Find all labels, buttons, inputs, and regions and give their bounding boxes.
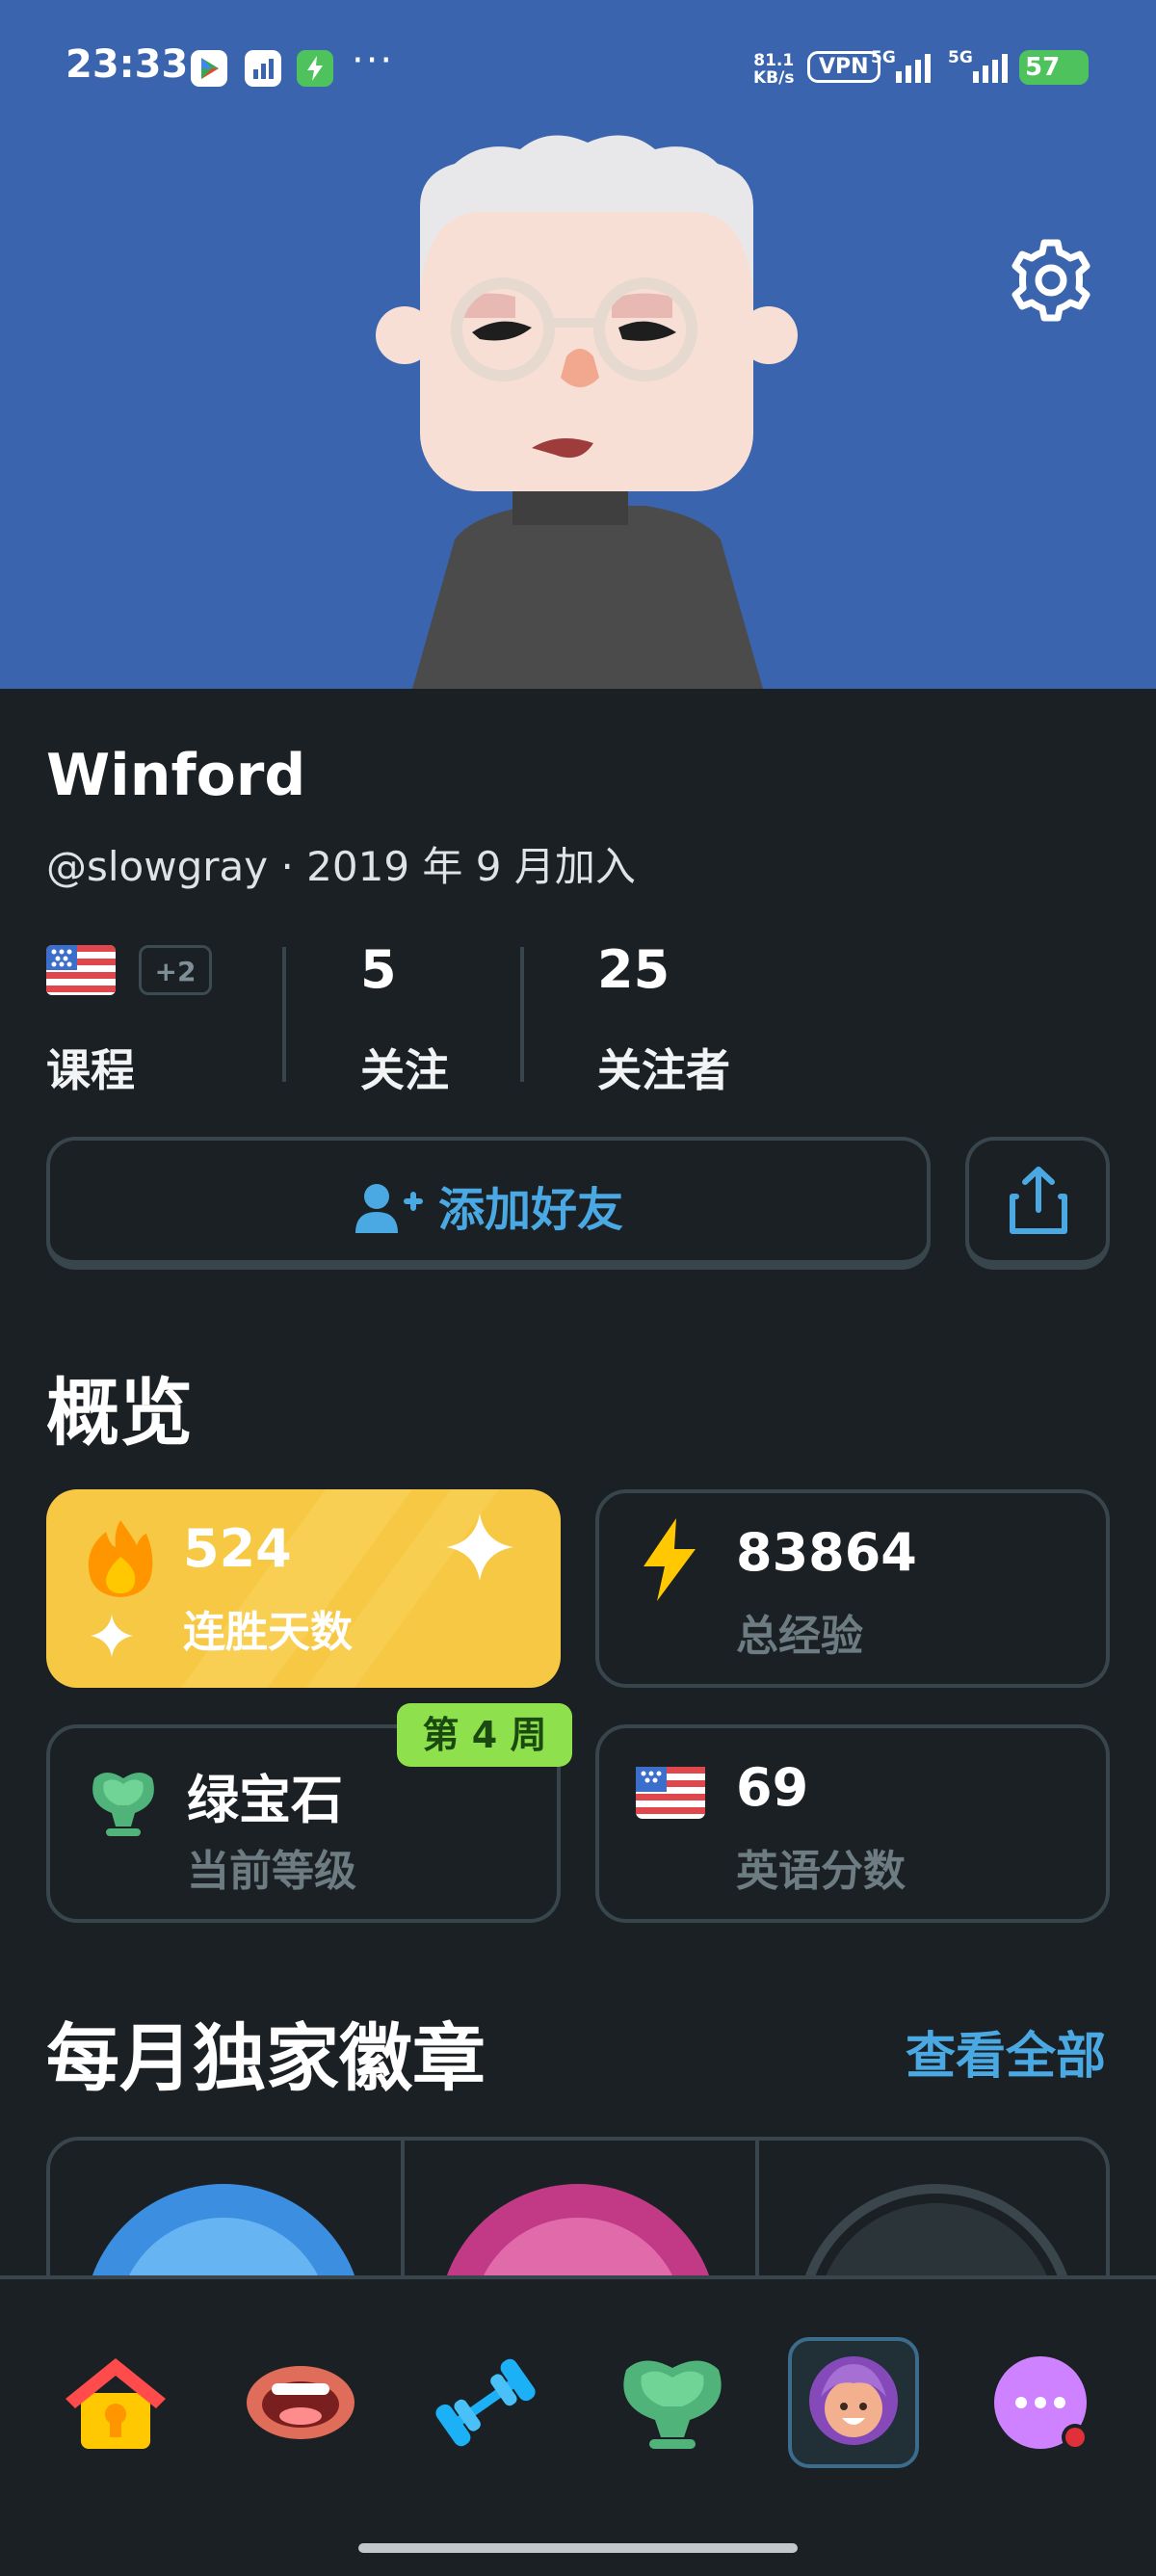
total-xp-card[interactable]: 83864 总经验 — [595, 1489, 1110, 1688]
profile-hero: 23:33 ··· 81.1 KB/s VPN 5G 5G 57 — [0, 0, 1156, 689]
overview-title: 概览 — [46, 1370, 193, 1456]
english-score-value: 69 — [736, 1757, 809, 1818]
monthly-badges-title: 每月独家徽章 — [46, 2015, 486, 2101]
net-speed-value: 81.1 — [753, 51, 795, 70]
status-bar: 23:33 ··· 81.1 KB/s VPN 5G 5G 57 — [0, 0, 1156, 135]
us-flag-icon-small — [636, 1767, 705, 1819]
profile-name: Winford — [46, 742, 306, 809]
status-time: 23:33 — [66, 42, 189, 87]
nav-speak[interactable] — [235, 2337, 366, 2468]
vpn-indicator: VPN — [807, 51, 880, 83]
home-icon — [66, 2358, 166, 2449]
stats-divider-1 — [282, 947, 286, 1082]
play-store-icon — [191, 50, 227, 87]
league-label: 当前等级 — [187, 1847, 356, 1896]
battery-indicator: 57 — [1019, 50, 1089, 85]
add-user-icon — [355, 1184, 423, 1233]
nav-profile[interactable] — [788, 2337, 919, 2468]
xp-value: 83864 — [736, 1522, 917, 1583]
net-speed-unit: KB/s — [753, 68, 795, 88]
emerald-league-icon — [92, 1773, 154, 1836]
more-icon — [994, 2356, 1089, 2451]
league-icon — [623, 2360, 722, 2449]
user-avatar-illustration — [376, 135, 798, 689]
english-score-label: 英语分数 — [736, 1847, 906, 1896]
nav-more[interactable] — [975, 2337, 1106, 2468]
add-friend-label: 添加好友 — [437, 1183, 623, 1237]
nav-practice[interactable] — [420, 2337, 551, 2468]
share-icon — [1010, 1167, 1067, 1234]
league-week-badge: 第 4 周 — [397, 1703, 572, 1767]
add-friend-button[interactable]: 添加好友 — [46, 1137, 931, 1270]
flame-icon — [88, 1520, 153, 1597]
more-courses-badge[interactable]: +2 — [139, 945, 212, 995]
xp-label: 总经验 — [736, 1612, 863, 1661]
following-label[interactable]: 关注 — [360, 1036, 449, 1099]
nav-home[interactable] — [50, 2337, 181, 2468]
english-score-card[interactable]: 69 英语分数 — [595, 1724, 1110, 1923]
streak-value: 524 — [183, 1518, 292, 1579]
net-speed: 81.1 KB/s — [753, 52, 794, 87]
profile-icon — [809, 2356, 898, 2445]
status-more-dots: ··· — [352, 39, 395, 83]
streak-card[interactable]: 524 连胜天数 — [46, 1489, 561, 1688]
nav-leaderboard[interactable] — [607, 2337, 738, 2468]
home-indicator[interactable] — [358, 2543, 798, 2553]
practice-icon — [435, 2358, 536, 2447]
courses-label: 课程 — [46, 1044, 135, 1096]
settings-gear-icon[interactable] — [1008, 237, 1094, 324]
bottom-navigation — [0, 2275, 1156, 2576]
following-count[interactable]: 5 — [360, 939, 397, 1000]
charging-app-icon — [297, 50, 333, 87]
stats-divider-2 — [520, 947, 524, 1082]
add-friend-content: 添加好友 — [50, 1171, 927, 1239]
profile-username-joined: @slowgray · 2019 年 9 月加入 — [46, 843, 636, 890]
streak-label: 连胜天数 — [183, 1608, 353, 1657]
speak-icon — [247, 2366, 355, 2439]
profile-stats: +2 课程 5 关注 25 关注者 — [46, 939, 1106, 1096]
followers-count[interactable]: 25 — [597, 939, 670, 1000]
league-name: 绿宝石 — [187, 1770, 343, 1830]
followers-label[interactable]: 关注者 — [597, 1036, 730, 1099]
see-all-badges-link[interactable]: 查看全部 — [906, 2015, 1106, 2088]
us-flag-icon[interactable] — [46, 945, 116, 995]
data-usage-icon — [245, 50, 281, 87]
share-button[interactable] — [965, 1137, 1110, 1270]
lightning-icon — [644, 1518, 696, 1601]
